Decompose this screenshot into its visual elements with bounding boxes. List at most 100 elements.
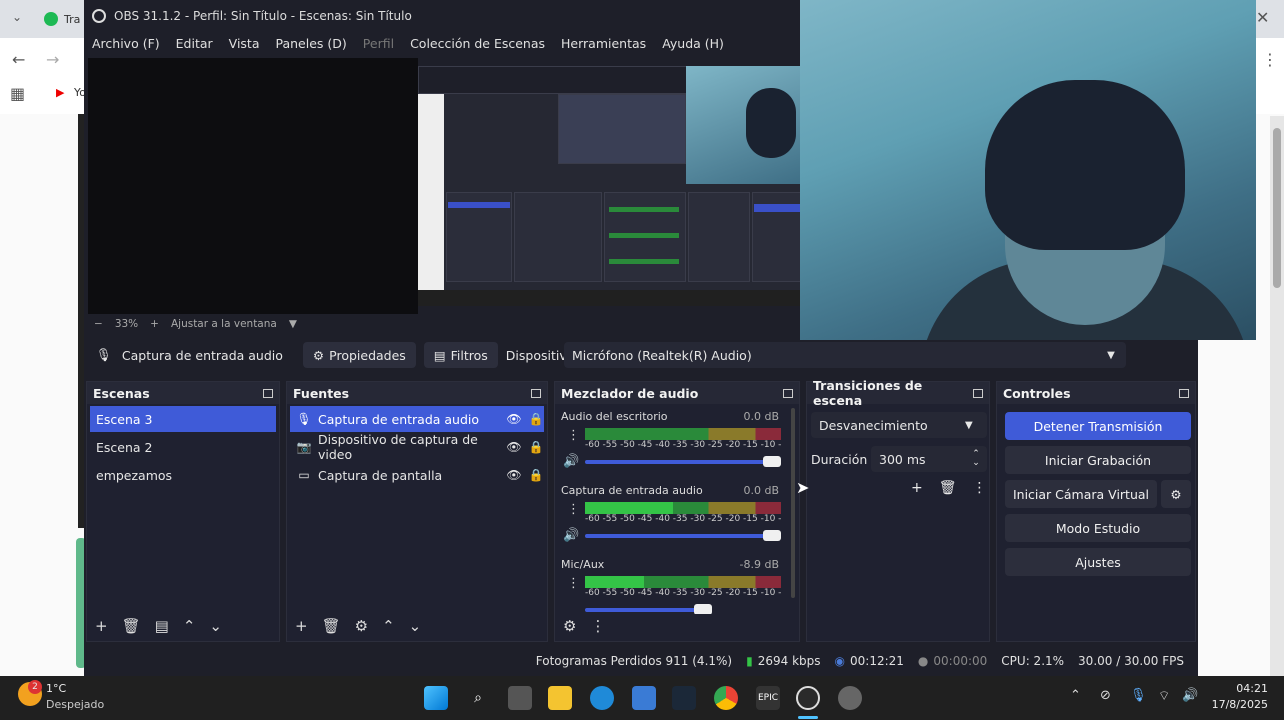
advanced-audio-icon[interactable]: ⚙	[563, 617, 576, 635]
zoom-in-button[interactable]: +	[150, 318, 159, 330]
chevron-up-icon[interactable]: ⌃	[1070, 688, 1081, 703]
stepper-icon[interactable]: ⌃ ⌄	[965, 450, 987, 468]
obs-taskbar-icon[interactable]	[796, 686, 820, 710]
scene-item[interactable]: Escena 3	[90, 406, 276, 432]
undock-icon[interactable]	[531, 388, 541, 398]
back-icon[interactable]: ←	[12, 50, 25, 69]
apps-grid-icon[interactable]: ▦	[10, 84, 25, 103]
settings-button[interactable]: Ajustes	[1005, 548, 1191, 576]
filter-icon[interactable]: ▤	[155, 617, 169, 635]
menu-docks[interactable]: Paneles (D)	[268, 36, 355, 51]
browser-scrollbar[interactable]	[1270, 116, 1284, 676]
volume-slider[interactable]	[585, 530, 781, 541]
start-icon[interactable]	[424, 686, 448, 710]
menu-dots-icon[interactable]: ⋮	[567, 428, 580, 443]
start-recording-button[interactable]: Iniciar Grabación	[1005, 446, 1191, 474]
search-icon[interactable]: ⌕	[466, 686, 490, 710]
trash-icon[interactable]: 🗑	[122, 617, 141, 635]
nested-sources	[514, 192, 602, 282]
zoom-dropdown-icon[interactable]: ▼	[289, 318, 297, 330]
speaker-icon[interactable]: 🔊	[563, 528, 579, 543]
source-name: Captura de entrada audio	[318, 411, 480, 427]
clock-date[interactable]: 17/8/2025	[1208, 698, 1268, 711]
microphone-icon[interactable]: 🎙	[1130, 688, 1147, 703]
settings-app-icon[interactable]	[838, 686, 862, 710]
mixer-title: Mezclador de audio	[561, 385, 699, 401]
menu-file[interactable]: Archivo (F)	[84, 36, 168, 51]
scene-item[interactable]: empezamos	[90, 462, 276, 488]
trash-icon[interactable]: 🗑	[322, 617, 341, 635]
lock-icon[interactable]: 🔒	[528, 468, 544, 482]
steam-icon[interactable]	[672, 686, 696, 710]
mixer-scrollbar[interactable]	[791, 408, 795, 598]
menu-edit[interactable]: Editar	[168, 36, 221, 51]
zoom-out-button[interactable]: −	[94, 318, 103, 330]
volume-slider[interactable]	[585, 604, 713, 614]
edge-icon[interactable]	[590, 686, 614, 710]
tab-list-icon[interactable]: ⌄	[12, 10, 22, 24]
menu-dots-icon[interactable]: ⋮	[567, 502, 580, 517]
file-explorer-icon[interactable]	[548, 686, 572, 710]
preview-screen-capture[interactable]	[418, 66, 801, 306]
menu-profile[interactable]: Perfil	[355, 36, 402, 51]
properties-button[interactable]: ⚙ Propiedades	[302, 342, 416, 368]
menu-tools[interactable]: Herramientas	[553, 36, 654, 51]
trash-icon[interactable]: 🗑	[939, 480, 957, 496]
network-off-icon[interactable]: ⊘	[1100, 688, 1111, 703]
wifi-icon[interactable]: ⌔	[1158, 688, 1170, 704]
source-item[interactable]: ▭ Captura de pantalla 👁 🔒	[290, 462, 544, 488]
source-item[interactable]: 🎙 Captura de entrada audio 👁 🔒	[290, 406, 544, 432]
eye-icon[interactable]: 👁	[506, 440, 522, 454]
close-icon[interactable]: ✕	[1256, 8, 1269, 27]
menu-dots-icon[interactable]: ⋮	[567, 576, 580, 591]
volume-icon[interactable]: 🔊	[1182, 688, 1198, 703]
lock-icon[interactable]: 🔒	[528, 440, 544, 454]
menu-dots-icon[interactable]: ⋮	[590, 617, 605, 635]
stop-stream-button[interactable]: Detener Transmisión	[1005, 412, 1191, 440]
virtual-camera-button[interactable]: Iniciar Cámara Virtual	[1005, 480, 1157, 508]
source-item[interactable]: 📷 Dispositivo de captura de video 👁 🔒	[290, 432, 544, 462]
chevron-up-icon[interactable]: ⌃	[183, 617, 196, 635]
undock-icon[interactable]	[1179, 388, 1189, 398]
undock-icon[interactable]	[263, 388, 273, 398]
undock-icon[interactable]	[973, 388, 983, 398]
scene-item[interactable]: Escena 2	[90, 434, 276, 460]
device-select[interactable]: Micrófono (Realtek(R) Audio) ▼	[564, 342, 1126, 368]
menu-view[interactable]: Vista	[221, 36, 268, 51]
menu-dots-icon[interactable]: ⋮	[973, 480, 987, 496]
preview-canvas[interactable]	[88, 58, 418, 314]
store-icon[interactable]	[632, 686, 656, 710]
menu-help[interactable]: Ayuda (H)	[654, 36, 732, 51]
add-icon[interactable]: +	[295, 617, 308, 635]
transition-select[interactable]: Desvanecimiento ▼	[811, 412, 987, 438]
zoom-fit-label[interactable]: Ajustar a la ventana	[171, 318, 277, 330]
virtual-camera-settings-button[interactable]: ⚙	[1161, 480, 1191, 508]
epic-games-icon[interactable]: EPIC	[756, 686, 780, 710]
menu-scene-collection[interactable]: Colección de Escenas	[402, 36, 553, 51]
undock-icon[interactable]	[783, 388, 793, 398]
menu-dots-icon[interactable]: ⋮	[1262, 50, 1278, 69]
chevron-down-icon[interactable]: ⌄	[409, 617, 422, 635]
chrome-icon[interactable]	[714, 686, 738, 710]
eye-icon[interactable]: 👁	[506, 412, 522, 426]
filters-button[interactable]: ▤ Filtros	[423, 342, 498, 368]
studio-mode-button[interactable]: Modo Estudio	[1005, 514, 1191, 542]
chevron-down-icon: ▼	[1107, 349, 1115, 361]
task-view-icon[interactable]	[508, 686, 532, 710]
eye-icon[interactable]: 👁	[506, 468, 522, 482]
chevron-down-icon[interactable]: ⌄	[209, 617, 222, 635]
duration-label: Duración	[811, 452, 868, 467]
gear-icon[interactable]: ⚙	[355, 617, 368, 635]
chevron-up-icon[interactable]: ⌃	[382, 617, 395, 635]
forward-icon[interactable]: →	[46, 50, 59, 69]
nested-webcam	[686, 66, 801, 184]
speaker-icon[interactable]: 🔊	[563, 454, 579, 469]
nested-taskbar	[418, 290, 801, 306]
mixer-channel: Audio del escritorio 0.0 dB ⋮ -60 -55 -50…	[561, 410, 781, 480]
duration-input[interactable]: 300 ms ⌃ ⌄	[871, 446, 987, 472]
add-icon[interactable]: +	[911, 480, 923, 496]
clock-time[interactable]: 04:21	[1216, 682, 1268, 695]
volume-slider[interactable]	[585, 456, 781, 467]
lock-icon[interactable]: 🔒	[528, 412, 544, 426]
add-icon[interactable]: +	[95, 617, 108, 635]
